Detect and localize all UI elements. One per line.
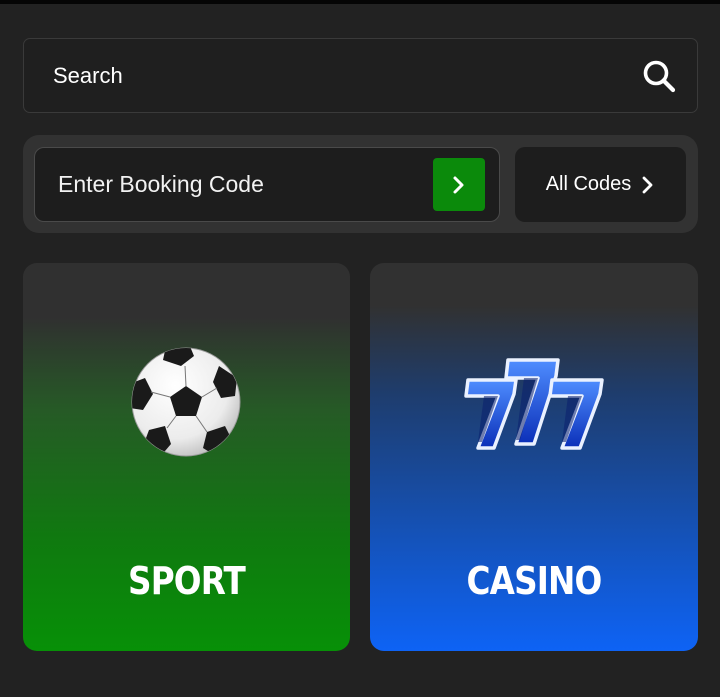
booking-code-panel: All Codes (23, 135, 698, 233)
sport-card[interactable]: SPORT (23, 263, 350, 651)
search-input[interactable] (53, 62, 573, 89)
sport-card-title: SPORT (128, 559, 246, 603)
all-codes-button[interactable]: All Codes (515, 147, 686, 222)
booking-code-input[interactable] (58, 148, 428, 221)
casino-card[interactable]: CASINO (370, 263, 698, 651)
soccer-ball-icon (131, 347, 241, 457)
search-bar[interactable] (23, 38, 698, 113)
all-codes-label: All Codes (545, 173, 632, 195)
search-icon[interactable] (641, 58, 677, 94)
top-strip (0, 0, 720, 4)
slot-777-icon (464, 358, 604, 450)
chevron-right-icon (642, 176, 653, 193)
chevron-right-icon (453, 176, 464, 193)
booking-code-field[interactable] (34, 147, 500, 222)
casino-card-title: CASINO (466, 559, 603, 603)
booking-submit-button[interactable] (433, 158, 485, 211)
